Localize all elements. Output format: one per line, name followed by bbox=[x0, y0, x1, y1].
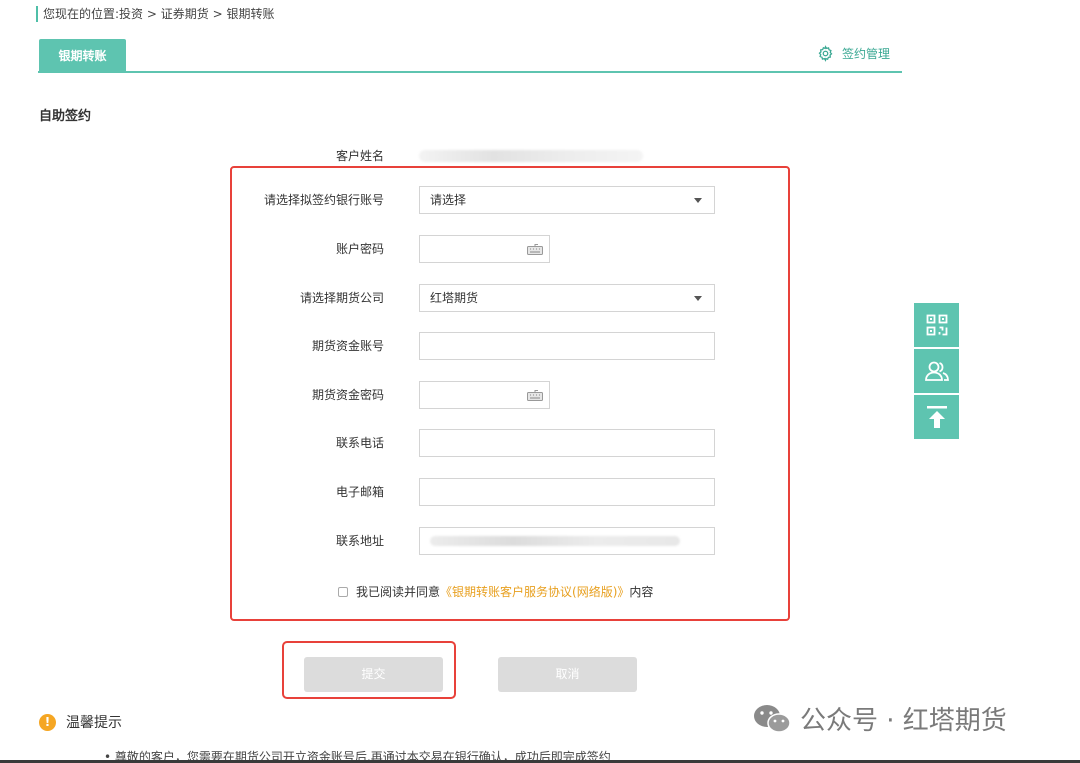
agreement-suffix: 内容 bbox=[629, 585, 654, 599]
submit-button[interactable]: 提交 bbox=[304, 657, 443, 692]
tab-bar: 银期转账 签约管理 bbox=[38, 37, 902, 73]
account-password-row: 账户密码 bbox=[0, 235, 1080, 263]
cancel-button[interactable]: 取消 bbox=[498, 657, 637, 692]
keyboard-icon[interactable] bbox=[527, 389, 543, 401]
customer-service-button[interactable] bbox=[914, 349, 959, 393]
section-title: 自助签约 bbox=[39, 109, 92, 124]
futures-account-input[interactable] bbox=[419, 332, 715, 360]
futures-company-select-value: 红塔期货 bbox=[430, 291, 479, 305]
breadcrumb-item-invest[interactable]: 投资 bbox=[119, 6, 143, 22]
futures-account-label: 期货资金账号 bbox=[311, 339, 384, 353]
qr-code-button[interactable] bbox=[914, 303, 959, 347]
chevron-down-icon bbox=[694, 198, 702, 203]
sign-management-link[interactable]: 签约管理 bbox=[817, 45, 890, 62]
futures-password-input[interactable] bbox=[419, 381, 550, 409]
phone-label: 联系电话 bbox=[335, 436, 384, 450]
tips-title: 温馨提示 bbox=[66, 715, 122, 731]
wechat-icon bbox=[754, 704, 791, 733]
agreement-row: 我已阅读并同意 《银期转账客户服务协议(网络版)》 内容 bbox=[338, 583, 653, 600]
email-input[interactable] bbox=[419, 478, 715, 506]
keyboard-icon[interactable] bbox=[527, 243, 543, 255]
agreement-prefix: 我已阅读并同意 bbox=[356, 585, 441, 599]
agreement-link[interactable]: 《银期转账客户服务协议(网络版)》 bbox=[440, 583, 629, 600]
breadcrumb-prefix: 您现在的位置: bbox=[43, 7, 120, 21]
bank-account-label: 请选择拟签约银行账号 bbox=[263, 193, 384, 207]
address-row: 联系地址 bbox=[0, 527, 1080, 555]
gear-icon bbox=[818, 45, 833, 62]
warning-icon: ! bbox=[39, 713, 56, 731]
breadcrumb-item-securities-futures[interactable]: 证券期货 bbox=[161, 6, 209, 22]
address-value-redacted bbox=[430, 536, 680, 546]
futures-password-label: 期货资金密码 bbox=[311, 388, 384, 402]
futures-company-label: 请选择期货公司 bbox=[299, 291, 384, 305]
customer-name-value-redacted bbox=[419, 150, 643, 162]
customer-service-icon bbox=[924, 361, 949, 381]
account-password-label: 账户密码 bbox=[335, 242, 384, 256]
address-input[interactable] bbox=[419, 527, 715, 555]
bank-account-row: 请选择拟签约银行账号 请选择 bbox=[0, 186, 1080, 214]
side-toolbar bbox=[914, 303, 959, 441]
email-row: 电子邮箱 bbox=[0, 478, 1080, 506]
breadcrumb-separator: > bbox=[143, 7, 161, 21]
back-to-top-button[interactable] bbox=[914, 395, 959, 439]
agreement-checkbox[interactable] bbox=[338, 586, 348, 597]
watermark: 公众号 · 红塔期货 bbox=[752, 700, 1007, 737]
chevron-down-icon bbox=[694, 296, 702, 301]
address-label: 联系地址 bbox=[335, 534, 384, 548]
phone-input[interactable] bbox=[419, 429, 715, 457]
account-password-input[interactable] bbox=[419, 235, 550, 263]
futures-company-select[interactable]: 红塔期货 bbox=[419, 284, 715, 312]
tips-header: ! 温馨提示 bbox=[39, 712, 122, 732]
qr-code-icon bbox=[926, 314, 947, 336]
email-label: 电子邮箱 bbox=[335, 485, 384, 499]
sign-management-label: 签约管理 bbox=[841, 47, 890, 61]
back-to-top-icon bbox=[926, 406, 947, 428]
breadcrumb-separator: > bbox=[208, 7, 227, 21]
watermark-text: 公众号 · 红塔期货 bbox=[800, 706, 1007, 736]
bank-account-select[interactable]: 请选择 bbox=[419, 186, 715, 214]
bank-account-select-value: 请选择 bbox=[430, 193, 467, 207]
breadcrumb: 您现在的位置: 投资 > 证券期货 > 银期转账 bbox=[36, 6, 274, 22]
tab-bank-futures-transfer[interactable]: 银期转账 bbox=[39, 39, 126, 73]
breadcrumb-item-bank-futures-transfer: 银期转账 bbox=[226, 7, 275, 21]
